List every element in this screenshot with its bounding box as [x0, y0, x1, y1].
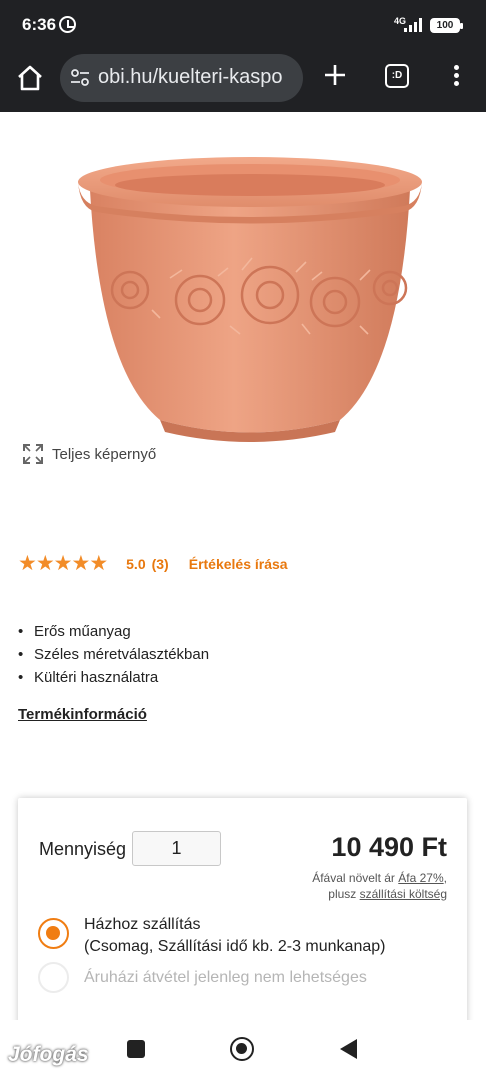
fullscreen-icon: [23, 444, 43, 464]
browser-toolbar: obi.hu/kuelteri-kaspo :D: [0, 52, 486, 112]
product-image[interactable]: [60, 140, 440, 460]
vat-suffix: ,: [443, 871, 447, 885]
feature-text: Széles méretválasztékban: [34, 646, 210, 663]
fullscreen-label: Teljes képernyő: [52, 445, 157, 463]
star-icon: ★: [71, 552, 91, 575]
address-bar[interactable]: obi.hu/kuelteri-kaspo: [60, 54, 303, 102]
new-tab-icon[interactable]: [322, 62, 348, 88]
alarm-icon: [59, 16, 76, 33]
star-icon: ★: [18, 552, 37, 575]
rating-stars[interactable]: ★ ★ ★ ★ ★: [18, 552, 109, 575]
home-delivery-title: Házhoz szállítás: [84, 916, 201, 933]
rating-count[interactable]: (3): [152, 556, 169, 572]
shipping-prefix: plusz: [328, 887, 357, 901]
star-icon: ★: [89, 552, 109, 575]
product-info-link[interactable]: Termékinformáció: [18, 706, 147, 723]
back-icon[interactable]: [340, 1039, 357, 1059]
url-text[interactable]: obi.hu/kuelteri-kaspo: [98, 66, 283, 89]
home-delivery-label[interactable]: Házhoz szállítás (Csomag, Szállítási idő…: [84, 914, 385, 958]
tab-switcher-button[interactable]: :D: [385, 64, 409, 88]
battery-level: 100: [436, 20, 454, 31]
status-time: 6:36: [22, 15, 57, 34]
more-menu-icon[interactable]: [446, 62, 466, 92]
shipping-note: plusz szállítási költség: [328, 887, 447, 901]
home-icon[interactable]: [14, 62, 46, 94]
home-nav-icon[interactable]: [230, 1037, 254, 1061]
price: 10 490 Ft: [331, 832, 447, 862]
list-item: • Széles méretválasztékban: [18, 645, 209, 668]
bullet: •: [18, 646, 24, 663]
quantity-label: Mennyiség: [39, 839, 127, 859]
battery-icon: 100: [430, 18, 463, 33]
star-icon: ★: [53, 552, 73, 575]
vat-prefix: Áfával növelt ár: [312, 871, 395, 885]
quantity-input[interactable]: 1: [132, 831, 221, 866]
vat-note: Áfával növelt ár Áfa 27%,: [312, 871, 447, 885]
fullscreen-button[interactable]: Teljes képernyő: [22, 443, 156, 465]
watermark: Jófogás: [8, 1043, 89, 1066]
star-icon: ★: [35, 552, 55, 575]
store-pickup-radio: [38, 962, 69, 993]
bullet: •: [18, 623, 24, 640]
feature-list: • Erős műanyag • Széles méretválasztékban …: [18, 622, 209, 691]
site-settings-icon[interactable]: [70, 68, 90, 88]
rating-score: 5.0: [126, 556, 146, 572]
signal-icon: [404, 18, 422, 32]
vat-link[interactable]: Áfa 27%: [398, 871, 443, 885]
list-item: • Kültéri használatra: [18, 668, 209, 691]
store-pickup-label: Áruházi átvétel jelenleg nem lehetséges: [84, 969, 367, 986]
home-delivery-detail: (Csomag, Szállítási idő kb. 2-3 munkanap…: [84, 938, 386, 955]
feature-text: Kültéri használatra: [34, 669, 159, 686]
write-review-link[interactable]: Értékelés írása: [189, 556, 288, 572]
bullet: •: [18, 669, 24, 686]
shipping-cost-link[interactable]: szállítási költség: [360, 887, 447, 901]
feature-text: Erős műanyag: [34, 623, 131, 640]
rating-row: ★ ★ ★ ★ ★ 5.0 (3) Értékelés írása: [18, 553, 288, 575]
home-delivery-radio[interactable]: [38, 918, 69, 949]
list-item: • Erős műanyag: [18, 622, 209, 645]
recent-apps-icon[interactable]: [127, 1040, 145, 1058]
status-bar: 6:36 4G 100: [0, 0, 486, 52]
purchase-card: Mennyiség 1 10 490 Ft Áfával növelt ár Á…: [18, 798, 467, 1048]
